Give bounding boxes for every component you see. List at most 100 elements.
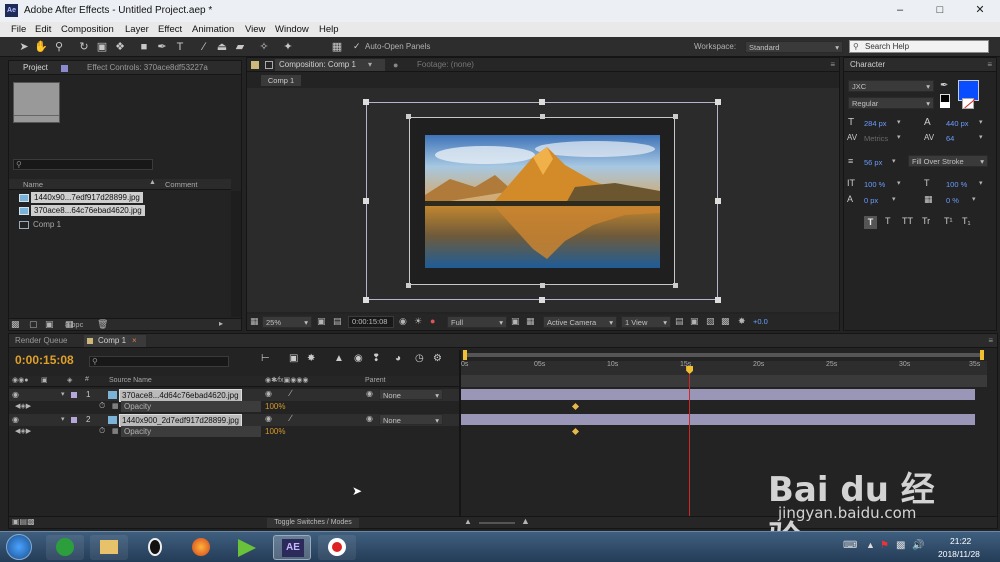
rotate-tool-icon[interactable]: ↻ <box>77 40 91 54</box>
composition-mini-flowchart-icon[interactable]: ⊢ <box>261 353 270 364</box>
brush-tool-icon[interactable]: ∕ <box>197 40 211 54</box>
tab-comp[interactable]: Comp 1 <box>98 334 126 347</box>
selection-tool-icon[interactable]: ➤ <box>17 40 31 54</box>
chevron-down-icon[interactable]: ▾ <box>368 58 372 71</box>
maximize-button[interactable]: □ <box>920 0 960 20</box>
tab-project[interactable]: Project <box>23 63 48 72</box>
comp-viewport[interactable] <box>247 88 839 312</box>
font-family-dropdown[interactable]: JXC ▾ <box>848 80 934 92</box>
transform-handle[interactable] <box>715 99 721 105</box>
toggle-pixel-aspect-icon[interactable]: ▤ <box>675 316 684 327</box>
puppet-tool-icon[interactable]: ✦ <box>281 40 295 54</box>
snap-icon[interactable]: ▦ <box>330 40 344 54</box>
list-item[interactable]: 370ace8...64c76ebad4620.jpg <box>9 205 231 217</box>
navigator-start-handle[interactable] <box>463 350 467 360</box>
workspace-dropdown[interactable]: Standard ▾ <box>745 41 843 53</box>
exposure-value[interactable]: +0.0 <box>753 317 768 326</box>
menu-window[interactable]: Window <box>275 24 309 35</box>
taskbar-app-firefox[interactable] <box>182 535 220 560</box>
region-of-interest-icon[interactable]: ▣ <box>511 316 520 327</box>
baseline-shift-value[interactable]: 0 px <box>864 196 878 205</box>
layer-duration-bar[interactable] <box>461 414 975 425</box>
panel-menu-icon[interactable]: ≡ <box>987 58 992 71</box>
menu-layer[interactable]: Layer <box>125 24 149 35</box>
time-ruler[interactable]: 0s 05s 10s 15s 20s 25s 30s 35s <box>461 361 987 375</box>
source-name-column-header[interactable]: Source Name <box>109 377 152 384</box>
taskbar-app-media[interactable] <box>228 535 266 560</box>
hand-tool-icon[interactable]: ✋ <box>34 40 48 54</box>
project-scrollbar[interactable] <box>231 191 241 317</box>
stroke-color-swatch[interactable] <box>962 98 976 109</box>
resolution-dropdown[interactable]: Full ▾ <box>447 316 507 328</box>
transform-handle[interactable] <box>363 99 369 105</box>
keyframe-icon[interactable] <box>571 402 580 411</box>
transform-handle[interactable] <box>406 114 411 119</box>
chevron-down-icon[interactable]: ▾ <box>972 195 976 203</box>
tab-effect-controls[interactable]: Effect Controls: 370ace8df53227a <box>87 61 208 74</box>
prev-keyframe-icon[interactable]: ◀◈▶ <box>15 427 31 435</box>
chevron-down-icon[interactable]: ▾ <box>979 118 983 126</box>
table-row[interactable]: ◀◈▶ ⏱ ▦ Opacity 100% <box>9 426 459 438</box>
view-layout-dropdown[interactable]: 1 View ▾ <box>621 316 671 328</box>
character-title[interactable]: Character <box>850 60 885 69</box>
minimize-button[interactable]: – <box>880 0 920 20</box>
tray-volume-icon[interactable]: 🔊 <box>912 540 924 551</box>
table-row[interactable]: ◀◈▶ ⏱ ▦ Opacity 100% <box>9 401 459 413</box>
timeline-icon[interactable]: ▧ <box>706 316 715 327</box>
new-comp-icon[interactable]: ▣ <box>45 319 54 330</box>
opacity-value[interactable]: 100% <box>265 427 285 436</box>
chevron-down-icon[interactable]: ▾ <box>892 157 896 165</box>
toggle-switches-modes-button[interactable]: Toggle Switches / Modes <box>267 518 359 528</box>
transform-handle[interactable] <box>539 297 545 303</box>
transform-handle[interactable] <box>363 297 369 303</box>
zoom-out-icon[interactable]: ▲ <box>464 517 472 526</box>
viewer-timecode[interactable]: 0:00:15:08 <box>348 316 394 328</box>
leading-value[interactable]: 440 px <box>946 119 969 128</box>
graph-editor-icon[interactable]: ◷ <box>415 353 424 364</box>
chevron-down-icon[interactable]: ▾ <box>979 179 983 187</box>
kerning-value[interactable]: Metrics <box>864 134 888 143</box>
quality-switch-icon[interactable]: ∕ <box>290 413 292 423</box>
subscript-button[interactable]: T₁ <box>962 216 971 226</box>
new-folder-icon[interactable]: ▢ <box>29 319 38 330</box>
eye-icon[interactable]: ◉ <box>12 415 19 424</box>
fast-previews-icon[interactable]: ▣ <box>690 316 699 327</box>
tray-network-icon[interactable]: ▩ <box>896 540 905 551</box>
show-snapshot-icon[interactable]: ☀ <box>414 316 422 327</box>
horizontal-scale-value[interactable]: 100 % <box>946 180 967 189</box>
shape-tool-icon[interactable]: ■ <box>137 40 151 54</box>
eraser-tool-icon[interactable]: ▰ <box>233 40 247 54</box>
quality-switch-icon[interactable]: ∕ <box>290 388 292 398</box>
font-size-value[interactable]: 284 px <box>864 119 887 128</box>
menu-file[interactable]: File <box>11 24 26 35</box>
start-button[interactable] <box>6 534 32 560</box>
expand-panes-icon[interactable]: ▣▤▩ <box>12 517 35 526</box>
clock-date[interactable]: 2018/11/28 <box>938 549 980 559</box>
stroke-type-dropdown[interactable]: Fill Over Stroke ▾ <box>908 155 988 167</box>
lock-panel-icon[interactable]: ● <box>393 58 398 71</box>
project-search-input[interactable]: ⚲ <box>13 159 153 170</box>
motion-blur-icon[interactable]: ◉ <box>354 353 363 364</box>
list-item[interactable]: 1440x90...7edf917d28899.jpg <box>9 192 231 204</box>
chevron-down-icon[interactable]: ▾ <box>897 118 901 126</box>
brainstorm-icon[interactable]: ❢ <box>372 353 380 364</box>
playhead-line[interactable] <box>689 374 691 516</box>
zoom-dropdown[interactable]: 25% ▾ <box>262 316 312 328</box>
opacity-value[interactable]: 100% <box>265 402 285 411</box>
menu-view[interactable]: View <box>245 24 265 35</box>
label-color-icon[interactable] <box>71 417 77 423</box>
frame-blending-icon[interactable]: ▲ <box>334 353 344 364</box>
snapshot-icon[interactable]: ◉ <box>399 316 407 327</box>
graph-icon[interactable]: ▦ <box>112 427 119 435</box>
tracking-value[interactable]: 64 <box>946 134 954 143</box>
parent-dropdown[interactable]: None ▾ <box>379 414 443 425</box>
taskbar-app-after-effects[interactable]: AE <box>273 535 311 560</box>
taskbar-app-browser[interactable] <box>46 535 84 560</box>
eye-icon[interactable]: ◉ <box>12 390 19 399</box>
list-item[interactable]: Comp 1 <box>9 219 231 231</box>
chevron-down-icon[interactable]: ▾ <box>897 179 901 187</box>
pick-whip-icon[interactable]: ◉ <box>366 389 373 398</box>
bpc-label[interactable]: 8 bpc <box>65 320 83 329</box>
clone-stamp-tool-icon[interactable]: ⏏ <box>215 40 229 54</box>
shy-switch-icon[interactable]: ◉ <box>265 414 272 423</box>
